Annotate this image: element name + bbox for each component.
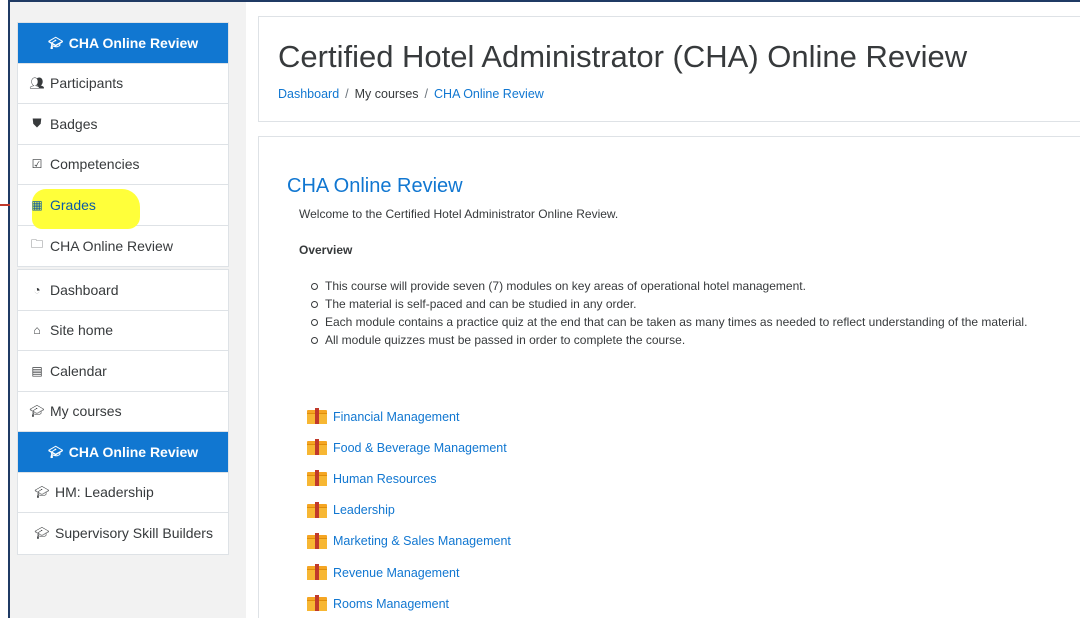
list-item: All module quizzes must be passed in ord… (311, 331, 1027, 349)
nav-item-supervisory-skill-builders[interactable]: 🎓︎ Supervisory Skill Builders (18, 513, 228, 554)
nav-item-label: Grades (50, 196, 96, 213)
welcome-text: Welcome to the Certified Hotel Administr… (299, 207, 619, 221)
module-link[interactable]: Marketing & Sales Management (333, 534, 511, 548)
module-rooms-management: Rooms Management (307, 588, 511, 618)
package-icon (307, 408, 327, 425)
breadcrumb: Dashboard / My courses / CHA Online Revi… (278, 87, 544, 101)
nav-item-dashboard[interactable]: ◔ Dashboard (18, 270, 228, 311)
nav-item-participants[interactable]: 👥︎ Participants (18, 64, 228, 104)
nav-item-label: CHA Online Review (68, 443, 199, 460)
nav-item-cha-online-review[interactable]: 🎓︎ CHA Online Review (18, 432, 228, 473)
nav-item-label: CHA Online Review (50, 237, 173, 254)
graduation-cap-icon: 🎓︎ (34, 485, 50, 500)
course-content: CHA Online Review Welcome to the Certifi… (258, 136, 1080, 618)
package-icon (307, 564, 327, 581)
graduation-cap-icon: 🎓︎ (29, 404, 45, 419)
module-financial-management: Financial Management (307, 401, 511, 432)
tachometer-icon: ◔ (33, 282, 41, 297)
page-title: Certified Hotel Administrator (CHA) Onli… (278, 39, 968, 74)
list-item: The material is self-paced and can be st… (311, 295, 1027, 313)
nav-item-course-home[interactable]: 🎓︎ CHA Online Review (18, 23, 228, 64)
module-link[interactable]: Revenue Management (333, 566, 459, 580)
module-list: Financial Management Food & Beverage Man… (307, 401, 511, 618)
module-link[interactable]: Human Resources (333, 472, 437, 486)
course-title: CHA Online Review (287, 175, 463, 197)
module-leadership: Leadership (307, 495, 511, 526)
check-square-icon: ☑ (31, 157, 43, 172)
calendar-icon: ▤ (31, 363, 43, 378)
graduation-cap-icon: 🎓︎ (48, 444, 64, 459)
page-header: Certified Hotel Administrator (CHA) Onli… (258, 16, 1080, 122)
nav-item-grades[interactable]: ▦ Grades (18, 185, 228, 229)
list-item: Each module contains a practice quiz at … (311, 313, 1027, 331)
users-icon: 👥︎ (29, 76, 45, 91)
breadcrumb-dashboard[interactable]: Dashboard (278, 87, 339, 101)
overview-list: This course will provide seven (7) modul… (311, 277, 1027, 349)
nav-item-label: CHA Online Review (68, 34, 199, 51)
nav-item-label: Site home (50, 322, 114, 339)
package-icon (307, 439, 327, 456)
graduation-cap-icon: 🎓︎ (48, 35, 64, 50)
course-navigation: 🎓︎ CHA Online Review 👥︎ Participants ⛊ B… (17, 22, 229, 267)
nav-item-calendar[interactable]: ▤ Calendar (18, 351, 228, 392)
nav-item-label: Participants (50, 75, 124, 92)
nav-item-label: Competencies (50, 156, 140, 173)
nav-item-label: My courses (50, 403, 122, 420)
nav-item-label: Dashboard (50, 281, 119, 298)
site-navigation: ◔ Dashboard ⌂ Site home ▤ Calendar 🎓︎ My… (17, 269, 229, 555)
module-link[interactable]: Rooms Management (333, 597, 449, 611)
table-icon: ▦ (31, 197, 43, 212)
overview-heading: Overview (299, 243, 353, 257)
package-icon (307, 501, 327, 519)
nav-item-label: Supervisory Skill Builders (55, 525, 213, 542)
package-icon (307, 470, 327, 487)
module-food-beverage-management: Food & Beverage Management (307, 432, 511, 463)
home-icon: ⌂ (33, 323, 41, 338)
breadcrumb-my-courses: My courses (354, 87, 419, 101)
list-item: This course will provide seven (7) modul… (311, 277, 1027, 295)
nav-item-hm-leadership[interactable]: 🎓︎ HM: Leadership (18, 473, 228, 513)
nav-item-label: Badges (50, 115, 98, 132)
nav-item-label: HM: Leadership (55, 484, 154, 501)
module-human-resources: Human Resources (307, 463, 511, 494)
nav-item-course-section[interactable]: 🗀 CHA Online Review (18, 226, 228, 267)
module-link[interactable]: Food & Beverage Management (333, 441, 507, 455)
folder-icon: 🗀 (30, 237, 43, 252)
package-icon (307, 532, 327, 550)
nav-item-label: Calendar (50, 362, 107, 379)
nav-item-my-courses[interactable]: 🎓︎ My courses (18, 392, 228, 432)
breadcrumb-separator: / (345, 87, 349, 101)
shield-icon: ⛊ (32, 116, 42, 131)
nav-item-site-home[interactable]: ⌂ Site home (18, 311, 228, 351)
nav-item-badges[interactable]: ⛊ Badges (18, 104, 228, 145)
breadcrumb-course[interactable]: CHA Online Review (434, 87, 544, 101)
package-icon (307, 595, 327, 612)
breadcrumb-separator: / (424, 87, 429, 101)
module-revenue-management: Revenue Management (307, 557, 511, 588)
nav-item-competencies[interactable]: ☑ Competencies (18, 145, 228, 185)
graduation-cap-icon: 🎓︎ (34, 526, 50, 541)
module-marketing-sales-management: Marketing & Sales Management (307, 526, 511, 557)
module-link[interactable]: Leadership (333, 503, 395, 517)
module-link[interactable]: Financial Management (333, 410, 459, 424)
